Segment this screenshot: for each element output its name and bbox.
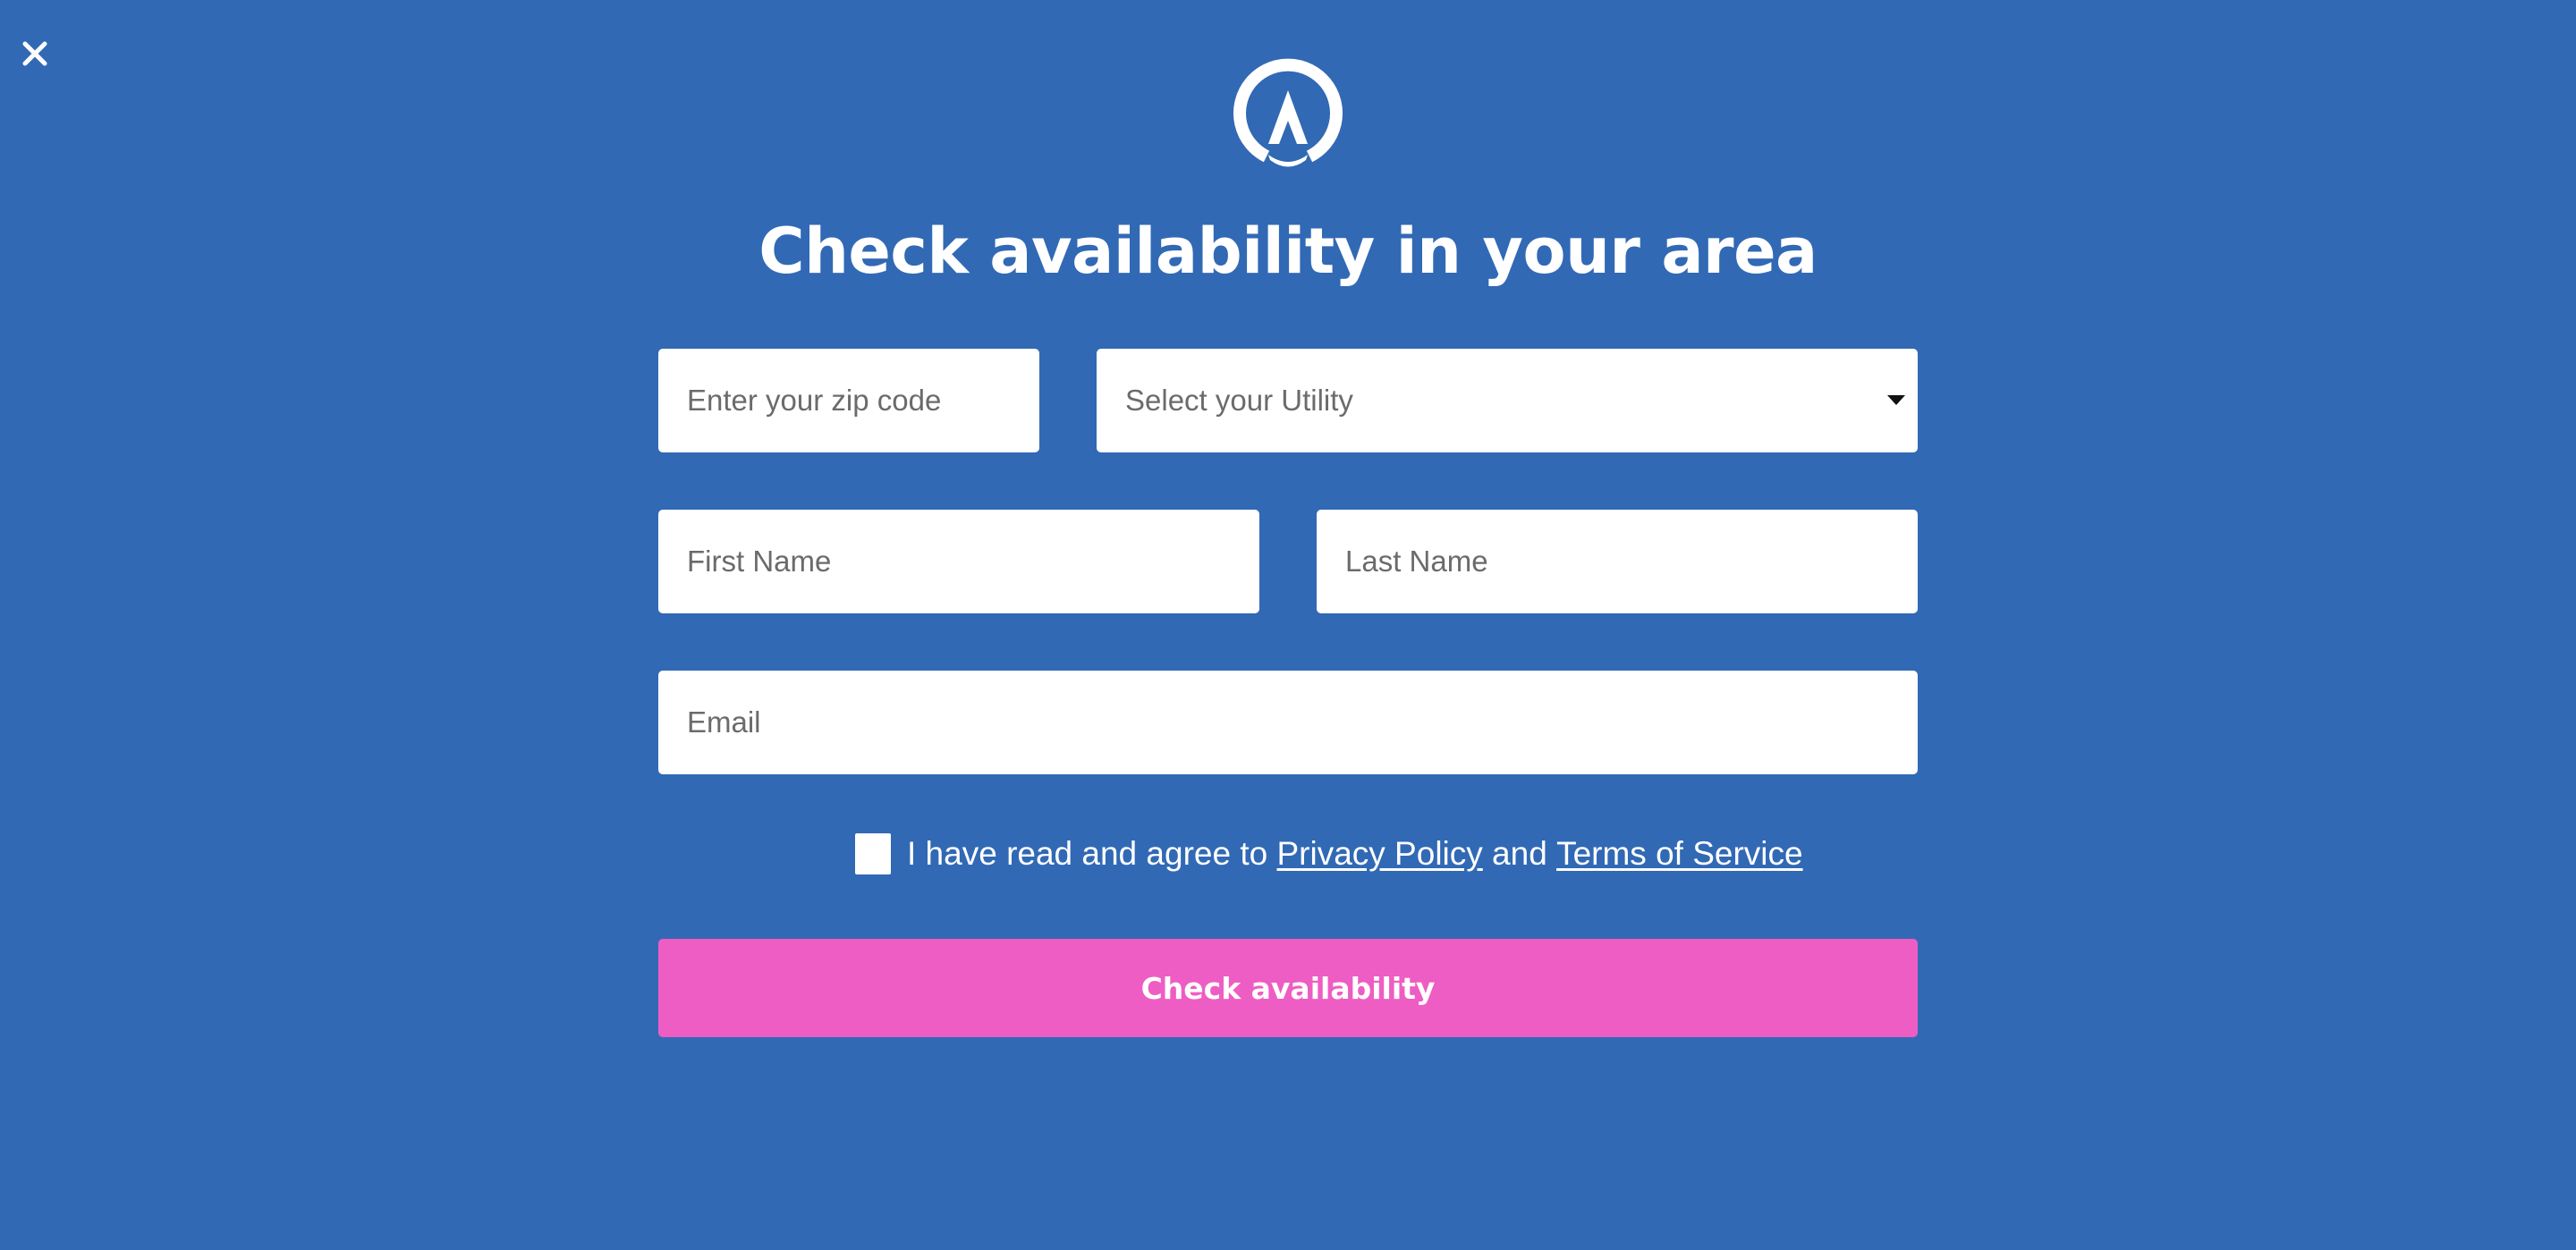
close-button[interactable] xyxy=(18,36,52,70)
close-icon xyxy=(22,41,47,66)
consent-checkbox[interactable] xyxy=(855,833,891,874)
chevron-down-icon xyxy=(1887,395,1905,405)
page-title: Check availability in your area xyxy=(758,215,1818,288)
email-input[interactable] xyxy=(658,671,1918,774)
first-name-input[interactable] xyxy=(658,510,1259,613)
check-availability-button[interactable]: Check availability xyxy=(658,939,1918,1037)
utility-select[interactable]: Select your Utility xyxy=(1097,349,1918,452)
brand-logo-icon xyxy=(1231,56,1345,173)
consent-conjunction: and xyxy=(1492,835,1547,872)
consent-row: I have read and agree to Privacy Policy … xyxy=(855,832,1803,876)
consent-text: I have read and agree to xyxy=(907,835,1268,872)
zip-code-input[interactable] xyxy=(658,349,1039,452)
utility-select-value: Select your Utility xyxy=(1125,384,1353,417)
privacy-policy-link[interactable]: Privacy Policy xyxy=(1276,835,1482,873)
last-name-input[interactable] xyxy=(1317,510,1918,613)
terms-of-service-link[interactable]: Terms of Service xyxy=(1556,835,1803,873)
